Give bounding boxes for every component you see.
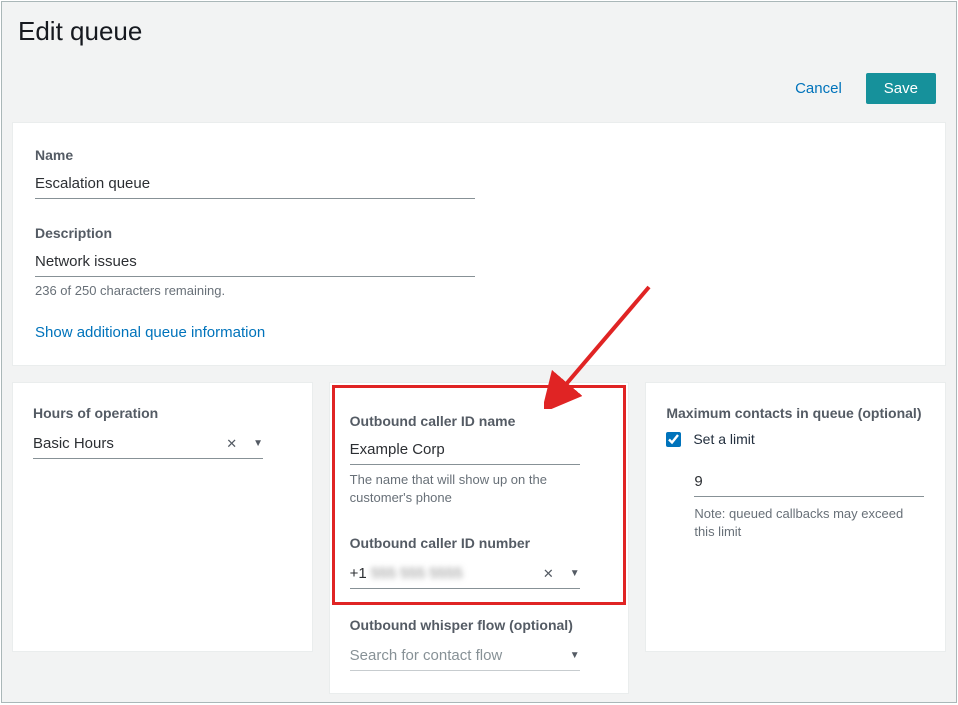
hours-label: Hours of operation	[33, 405, 292, 421]
action-bar: Cancel Save	[12, 67, 946, 116]
outbound-id-name-input[interactable]	[350, 439, 580, 465]
max-contacts-panel: Maximum contacts in queue (optional) Set…	[645, 382, 946, 652]
description-label: Description	[35, 225, 923, 241]
set-limit-label: Set a limit	[693, 431, 754, 447]
outbound-id-name-label: Outbound caller ID name	[350, 413, 609, 429]
page-title: Edit queue	[18, 16, 940, 47]
outbound-id-number-prefix: +1	[350, 565, 367, 582]
limit-input[interactable]	[694, 471, 924, 497]
outbound-id-number-label: Outbound caller ID number	[350, 535, 609, 551]
outbound-whisper-placeholder: Search for contact flow	[350, 647, 564, 664]
save-button[interactable]: Save	[866, 73, 936, 104]
outbound-id-name-help: The name that will show up on the custom…	[350, 471, 590, 507]
clear-icon[interactable]: ✕	[533, 566, 564, 582]
set-limit-checkbox[interactable]	[666, 432, 681, 447]
chevron-down-icon[interactable]: ▼	[564, 650, 580, 661]
outbound-whisper-select[interactable]: Search for contact flow ▼	[350, 643, 580, 671]
hours-value: Basic Hours	[33, 435, 216, 452]
outbound-whisper-label: Outbound whisper flow (optional)	[350, 617, 609, 633]
basic-info-panel: Name Description 236 of 250 characters r…	[12, 122, 946, 366]
max-contacts-label: Maximum contacts in queue (optional)	[666, 405, 925, 421]
show-additional-info-link[interactable]: Show additional queue information	[35, 324, 265, 341]
cancel-button[interactable]: Cancel	[795, 80, 842, 97]
name-label: Name	[35, 147, 923, 163]
outbound-id-number-redacted: 555 555 5555	[371, 565, 463, 582]
outbound-id-number-select[interactable]: +1 555 555 5555 ✕ ▼	[350, 561, 580, 589]
limit-note: Note: queued callbacks may exceed this l…	[694, 505, 924, 541]
chevron-down-icon[interactable]: ▼	[247, 438, 263, 449]
clear-icon[interactable]: ✕	[216, 436, 247, 452]
name-input[interactable]	[35, 171, 475, 199]
char-remaining-text: 236 of 250 characters remaining.	[35, 283, 923, 298]
hours-panel: Hours of operation Basic Hours ✕ ▼	[12, 382, 313, 652]
outbound-panel: Outbound caller ID name The name that wi…	[329, 382, 630, 694]
outbound-id-number-value: +1 555 555 5555	[350, 565, 533, 582]
hours-select[interactable]: Basic Hours ✕ ▼	[33, 431, 263, 459]
chevron-down-icon[interactable]: ▼	[564, 568, 580, 579]
description-input[interactable]	[35, 249, 475, 277]
